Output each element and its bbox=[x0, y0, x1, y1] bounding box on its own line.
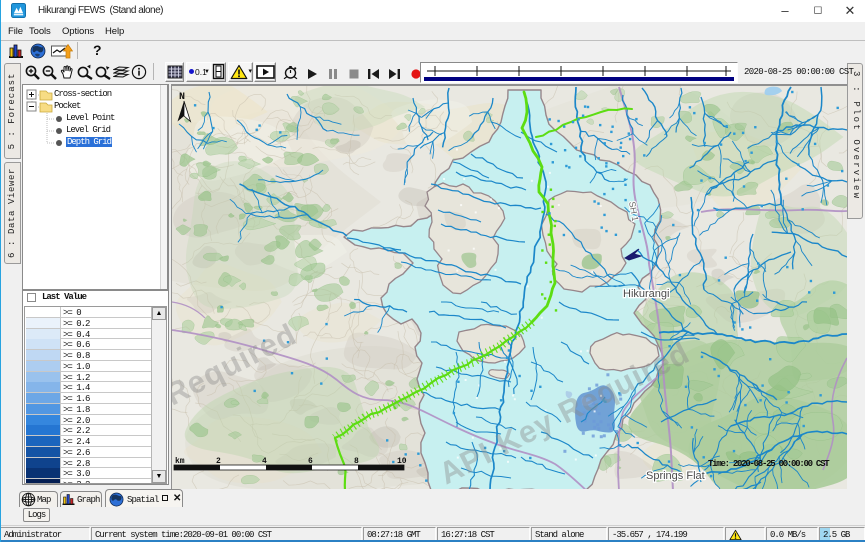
svg-text:Springs Flat: Springs Flat bbox=[646, 470, 705, 482]
svg-text:Time: 2020-08-25 00:00:00 CST: Time: 2020-08-25 00:00:00 CST bbox=[708, 459, 830, 469]
svg-text:Hikurangi: Hikurangi bbox=[623, 288, 669, 300]
